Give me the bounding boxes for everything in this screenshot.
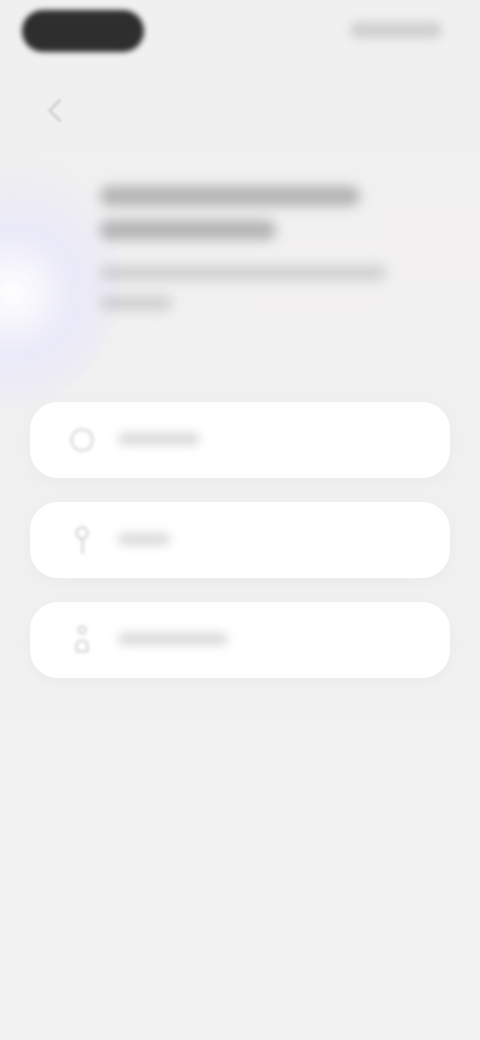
option-label-blurred [118, 633, 228, 645]
screen [0, 0, 480, 1040]
back-icon [46, 97, 72, 123]
option-label-blurred [118, 533, 170, 545]
option-card-1[interactable] [30, 402, 450, 478]
page-title-blurred-line [100, 186, 360, 206]
option-list [30, 402, 450, 702]
status-time-pill [22, 10, 144, 52]
page-title-blurred-line [100, 220, 276, 240]
status-icons [350, 22, 442, 38]
circle-icon [64, 422, 100, 458]
back-button[interactable] [38, 92, 74, 128]
person-icon [64, 622, 100, 658]
option-label-blurred [118, 433, 200, 445]
header [100, 180, 400, 322]
option-card-3[interactable] [30, 602, 450, 678]
pin-icon [64, 522, 100, 558]
option-card-2[interactable] [30, 502, 450, 578]
status-bar [0, 0, 480, 60]
subtitle-blurred-line [100, 266, 386, 280]
subtitle-blurred-line [100, 296, 172, 310]
